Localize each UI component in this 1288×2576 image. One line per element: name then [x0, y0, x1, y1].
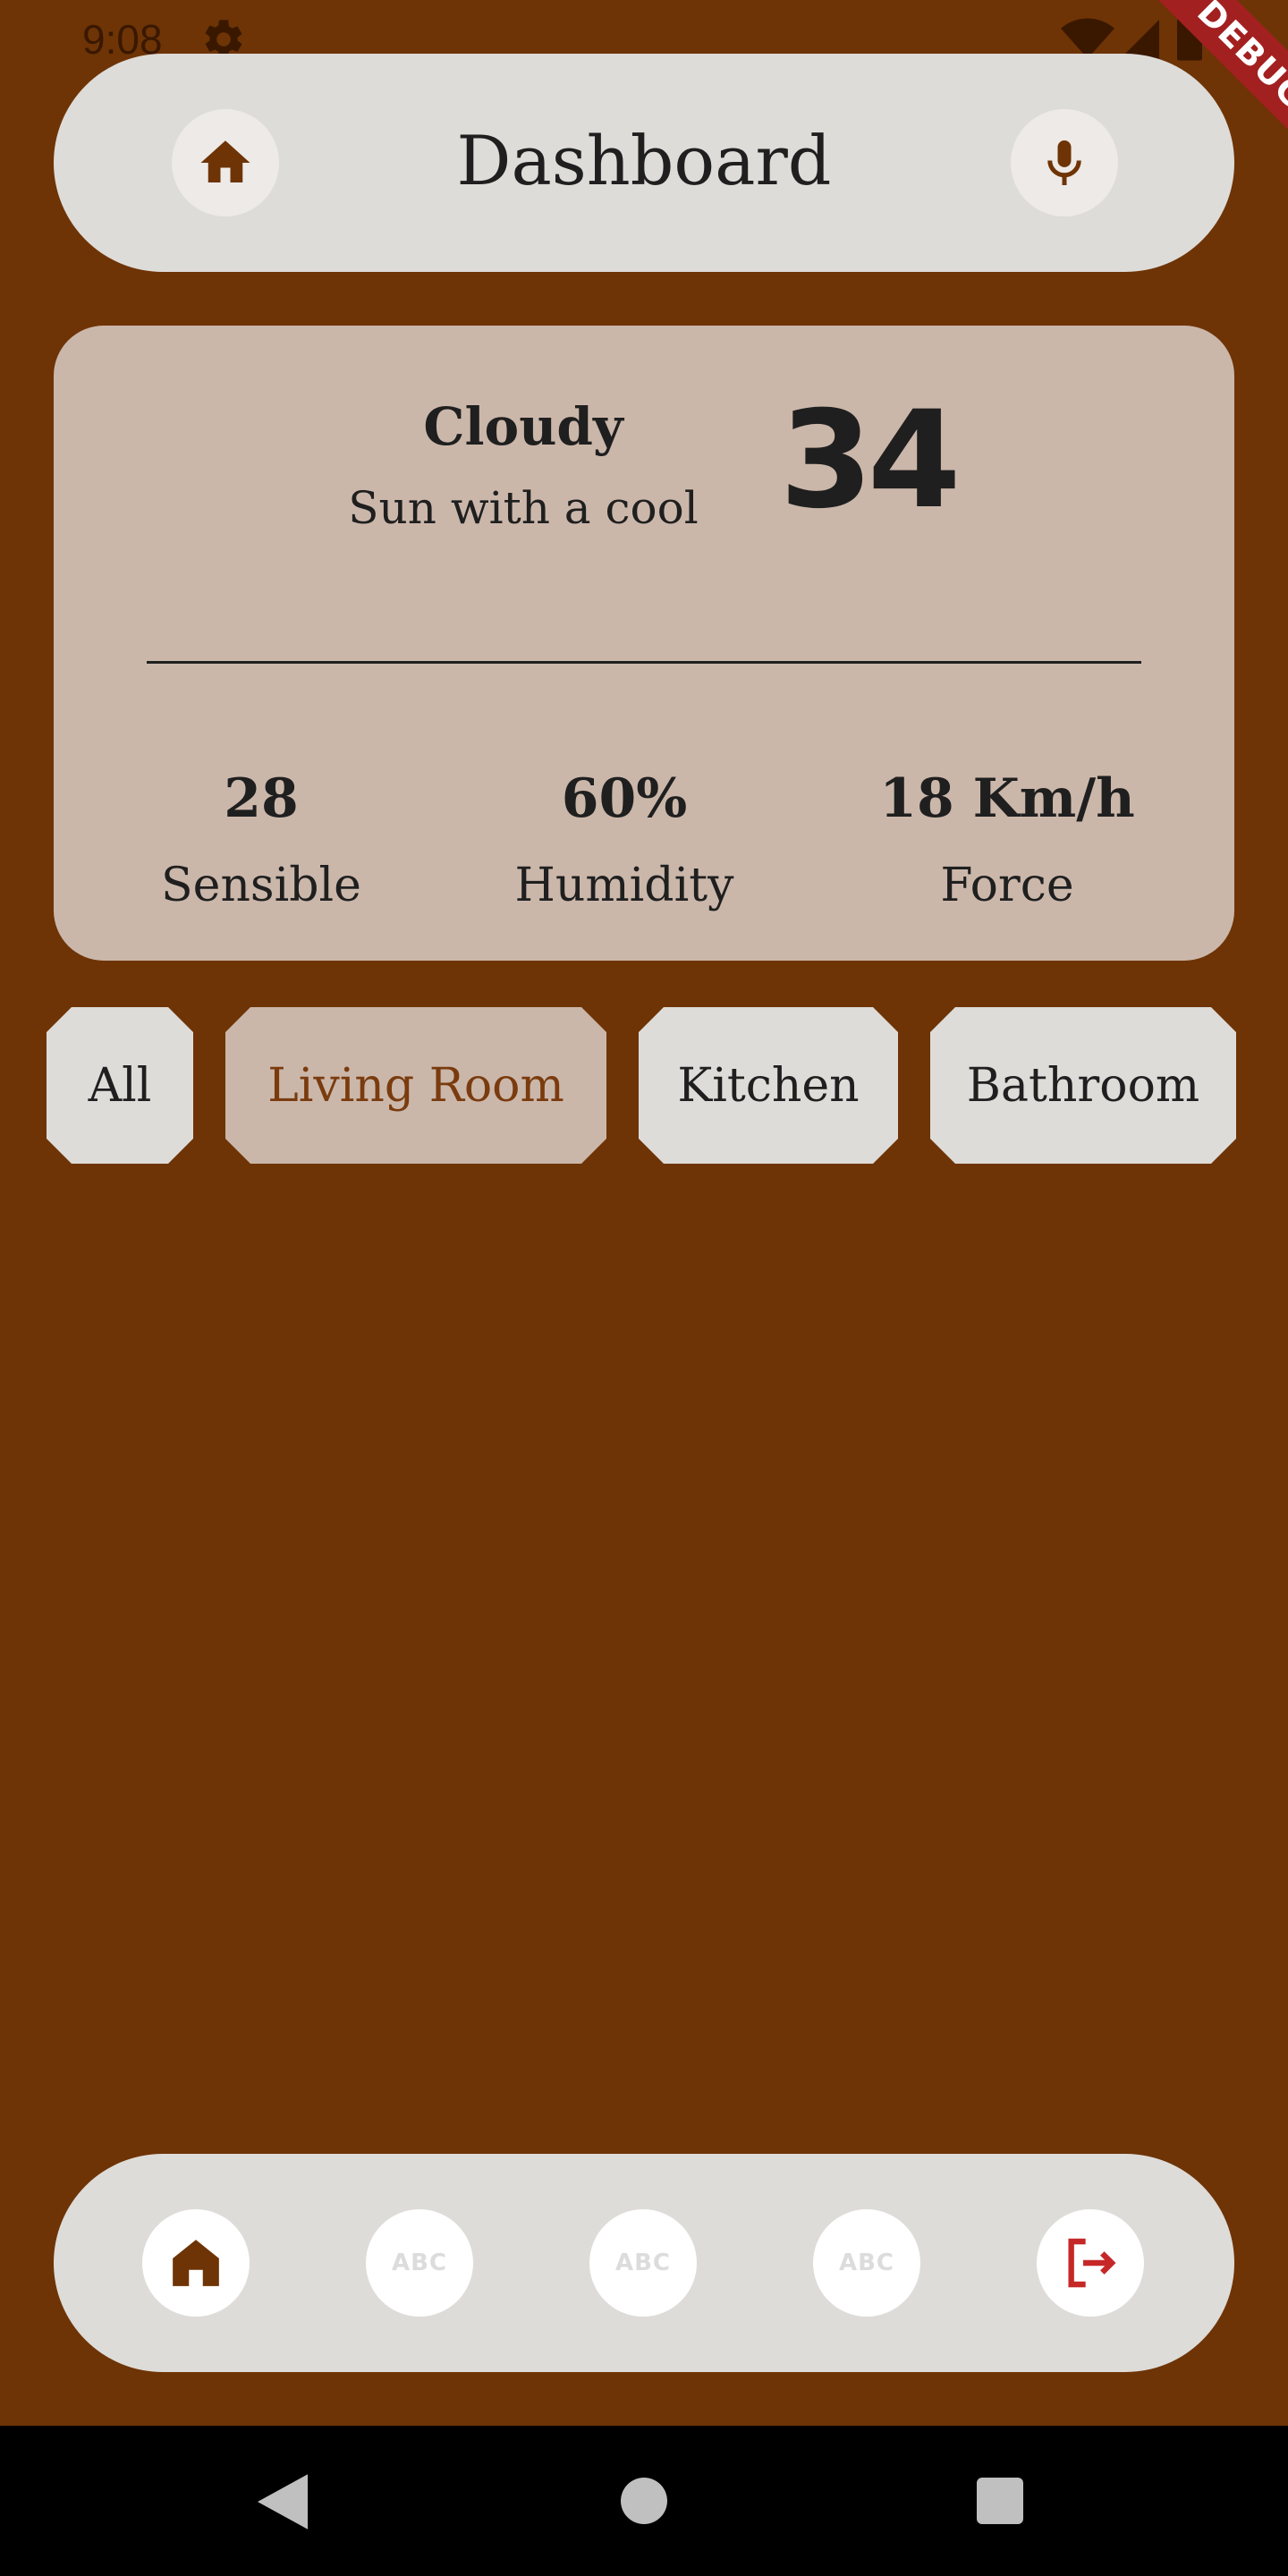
abc-icon: ABC — [838, 2250, 895, 2276]
weather-description: Sun with a cool — [348, 482, 699, 534]
microphone-button[interactable] — [1011, 109, 1118, 216]
weather-condition: Cloudy — [423, 396, 623, 457]
logout-button[interactable] — [1037, 2209, 1144, 2317]
temperature-value: 34 — [779, 383, 962, 538]
room-chip-kitchen[interactable]: Kitchen — [639, 1007, 898, 1164]
home-icon — [173, 2240, 219, 2286]
sensible-value: 28 — [224, 767, 299, 830]
system-home-icon[interactable] — [621, 2478, 667, 2524]
nav-abc-button-2[interactable]: ABC — [589, 2209, 697, 2317]
logout-icon — [1068, 2238, 1116, 2288]
recent-apps-icon[interactable] — [977, 2478, 1023, 2524]
nav-home-button[interactable] — [142, 2209, 250, 2317]
room-chip-bathroom[interactable]: Bathroom — [930, 1007, 1236, 1164]
humidity-value: 60% — [561, 767, 688, 830]
wind-force-label: Force — [940, 859, 1074, 912]
abc-icon: ABC — [391, 2250, 448, 2276]
home-button[interactable] — [172, 109, 279, 216]
nav-abc-button-1[interactable]: ABC — [366, 2209, 473, 2317]
back-icon[interactable] — [258, 2474, 308, 2529]
abc-icon: ABC — [614, 2250, 672, 2276]
room-chip-living-room[interactable]: Living Room — [225, 1007, 606, 1164]
nav-abc-button-3[interactable]: ABC — [813, 2209, 920, 2317]
home-icon — [200, 140, 250, 182]
room-chip-all[interactable]: All — [47, 1007, 193, 1164]
microphone-icon — [1047, 140, 1081, 185]
page-title: Dashboard — [456, 121, 832, 200]
wind-force-value: 18 Km/h — [879, 767, 1135, 830]
divider — [147, 661, 1141, 664]
sensible-label: Sensible — [161, 859, 361, 912]
humidity-label: Humidity — [514, 859, 734, 912]
